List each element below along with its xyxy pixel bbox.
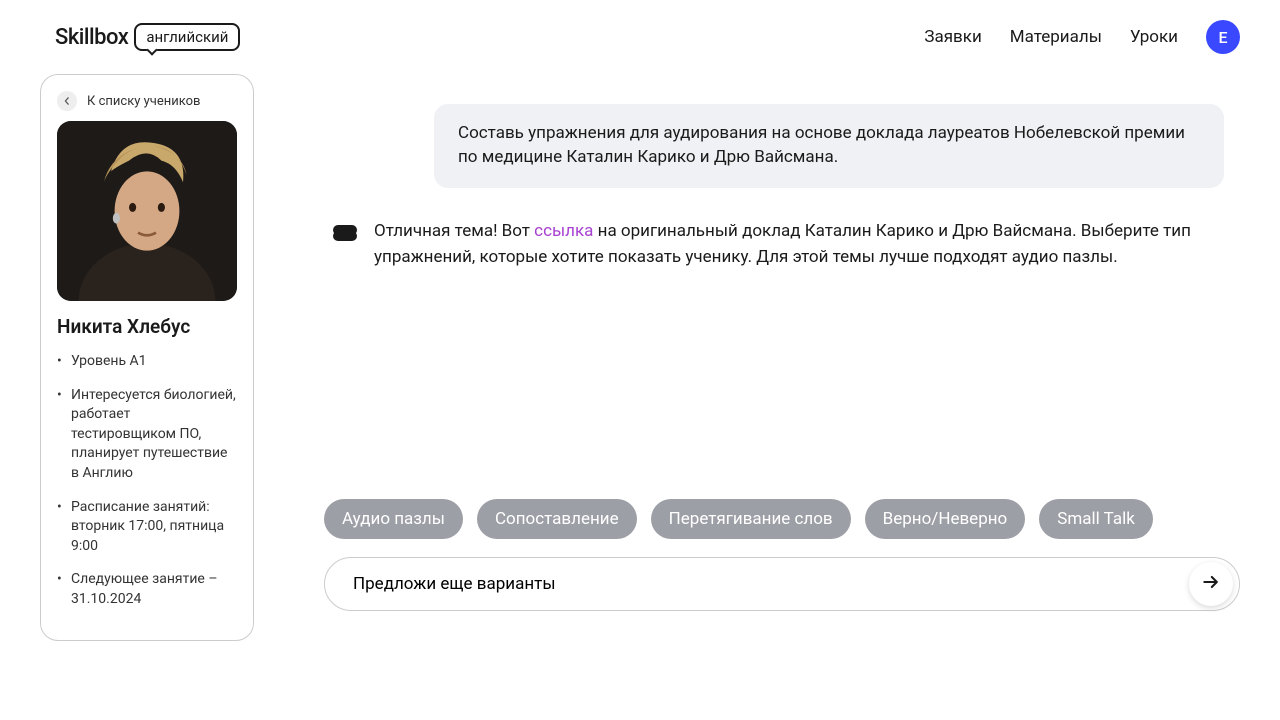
- chip-true-false[interactable]: Верно/Неверно: [865, 499, 1026, 539]
- user-avatar[interactable]: E: [1206, 20, 1240, 54]
- student-sidebar: К списку учеников Никита Хлебус Уровень …: [40, 74, 254, 641]
- logo-brand: Skillbox: [55, 25, 128, 50]
- message-input-row: [324, 557, 1240, 611]
- ai-link[interactable]: ссылка: [534, 221, 593, 241]
- top-nav: Заявки Материалы Уроки E: [924, 20, 1240, 54]
- detail-bio: Интересуется биологией, работает тестиро…: [57, 386, 237, 484]
- suggestion-chips: Аудио пазлы Сопоставление Перетягивание …: [324, 499, 1240, 539]
- ai-text-pre: Отличная тема! Вот: [374, 221, 534, 241]
- chip-matching[interactable]: Сопоставление: [477, 499, 637, 539]
- chip-drag-words[interactable]: Перетягивание слов: [651, 499, 851, 539]
- chip-small-talk[interactable]: Small Talk: [1039, 499, 1153, 539]
- detail-level: Уровень A1: [57, 352, 237, 372]
- user-message: Составь упражнения для аудирования на ос…: [434, 104, 1224, 188]
- student-name: Никита Хлебус: [57, 315, 237, 338]
- nav-lessons[interactable]: Уроки: [1130, 27, 1178, 47]
- send-button[interactable]: [1189, 562, 1233, 606]
- back-label: К списку учеников: [87, 94, 200, 109]
- logo[interactable]: Skillbox английский: [55, 23, 240, 51]
- ai-avatar-icon: [332, 220, 358, 246]
- student-photo: [57, 121, 237, 301]
- student-details: Уровень A1 Интересуется биологией, работ…: [57, 352, 237, 610]
- nav-materials[interactable]: Материалы: [1010, 27, 1102, 47]
- ai-message: Отличная тема! Вот ссылка на оригинальны…: [374, 218, 1194, 271]
- chevron-left-icon: [57, 91, 77, 111]
- detail-next: Следующее занятие – 31.10.2024: [57, 570, 237, 609]
- ai-message-row: Отличная тема! Вот ссылка на оригинальны…: [332, 218, 1240, 271]
- detail-schedule: Расписание занятий: вторник 17:00, пятни…: [57, 498, 237, 557]
- message-input[interactable]: [353, 574, 1189, 594]
- nav-requests[interactable]: Заявки: [924, 27, 981, 47]
- chip-audio-puzzles[interactable]: Аудио пазлы: [324, 499, 463, 539]
- chat-content: Составь упражнения для аудирования на ос…: [324, 74, 1240, 641]
- logo-tag: английский: [134, 23, 240, 51]
- back-to-students[interactable]: К списку учеников: [57, 91, 237, 111]
- arrow-right-icon: [1201, 572, 1221, 595]
